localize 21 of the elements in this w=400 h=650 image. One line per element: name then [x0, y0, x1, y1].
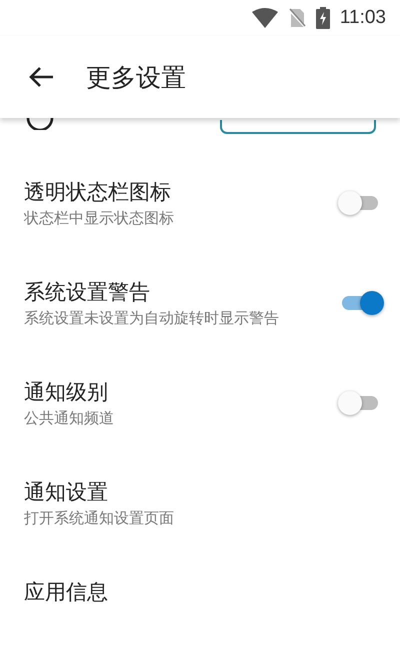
settings-item[interactable]: 透明状态栏图标 状态栏中显示状态图标	[0, 153, 400, 253]
setting-description: 打开系统通知设置页面	[24, 509, 175, 528]
setting-title: 透明状态栏图标	[24, 179, 172, 206]
outlined-button[interactable]	[220, 120, 376, 134]
setting-title: 通知设置	[24, 479, 109, 506]
setting-title: 系统设置警告	[24, 279, 151, 306]
setting-description: 状态栏中显示状态图标	[24, 209, 175, 228]
setting-description: 公共通知频道	[24, 409, 115, 428]
page-title: 更多设置	[86, 62, 186, 94]
wifi-icon	[252, 8, 278, 28]
settings-item[interactable]: 应用信息	[0, 553, 400, 631]
back-arrow-icon[interactable]	[28, 66, 54, 88]
settings-item[interactable]: 通知设置 打开系统通知设置页面	[0, 453, 400, 553]
settings-item[interactable]: 系统设置警告 系统设置未设置为自动旋转时显示警告	[0, 253, 400, 353]
clock-time: 11:03	[340, 7, 386, 29]
settings-item[interactable]: 通知级别 公共通知频道	[0, 353, 400, 453]
setting-title: 应用信息	[24, 579, 109, 606]
setting-description: 系统设置未设置为自动旋转时显示警告	[24, 309, 280, 328]
setting-title: 通知级别	[24, 379, 109, 406]
battery-charging-icon	[316, 7, 330, 29]
no-sim-icon	[288, 8, 306, 28]
